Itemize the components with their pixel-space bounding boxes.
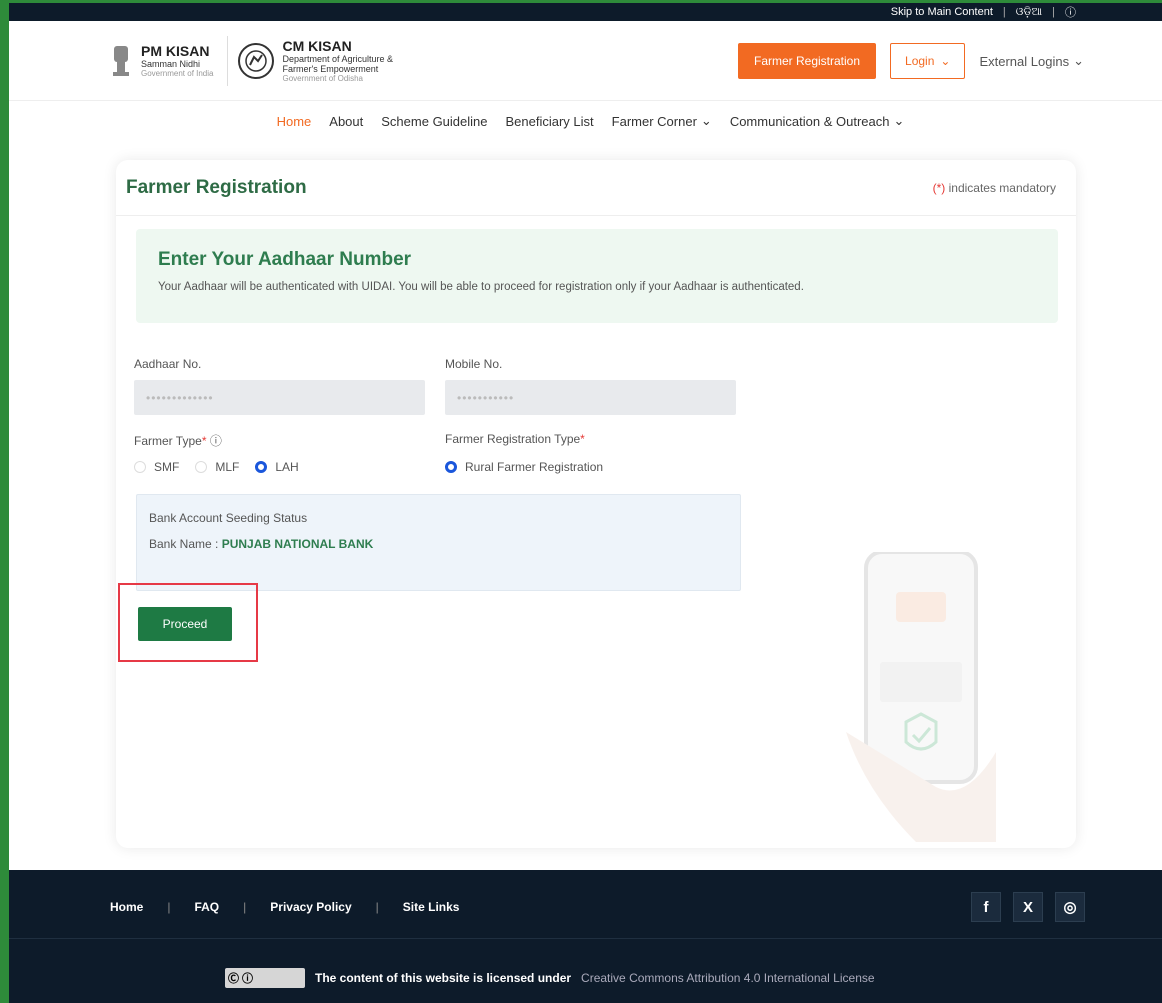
radio-label: SMF xyxy=(154,460,180,474)
aadhaar-input[interactable]: ••••••••••••• xyxy=(134,380,425,415)
nav-item-beneficiary-list[interactable]: Beneficiary List xyxy=(506,114,594,129)
radio-icon xyxy=(195,461,208,473)
footer-link-home[interactable]: Home xyxy=(110,900,143,914)
bank-seeding-box: Bank Account Seeding Status Bank Name : … xyxy=(136,494,741,591)
social-links: f X ◎ xyxy=(971,892,1085,922)
cm-kisan-logo[interactable]: CM KISAN Department of Agriculture & Far… xyxy=(238,38,393,83)
utility-bar: Skip to Main Content | ଓଡ଼ିଆ | ⓘ xyxy=(9,3,1162,21)
divider: | xyxy=(243,900,247,914)
radio-rural-registration[interactable]: Rural Farmer Registration xyxy=(445,460,603,474)
bank-name-label: Bank Name : xyxy=(149,537,219,551)
language-toggle[interactable]: ଓଡ଼ିଆ xyxy=(1016,6,1042,19)
chevron-down-icon: ⌄ xyxy=(1073,53,1084,68)
divider: | xyxy=(1002,6,1006,18)
instagram-icon[interactable]: ◎ xyxy=(1055,892,1085,922)
highlight-box: Proceed xyxy=(118,583,258,662)
accessibility-icon[interactable]: ⓘ xyxy=(1065,4,1076,20)
mobile-label: Mobile No. xyxy=(445,357,503,371)
aadhaar-heading: Enter Your Aadhaar Number xyxy=(158,249,412,270)
site-footer: Home | FAQ | Privacy Policy | Site Links… xyxy=(9,870,1162,1003)
footer-link-privacy[interactable]: Privacy Policy xyxy=(270,900,351,914)
mandatory-mark: (*) xyxy=(932,180,946,195)
radio-lah[interactable]: LAH xyxy=(255,460,299,474)
radio-icon xyxy=(134,461,146,473)
facebook-icon[interactable]: f xyxy=(971,892,1001,922)
pm-kisan-logo[interactable]: PM KISAN Samman Nidhi Government of Indi… xyxy=(109,39,213,83)
nav-item-about[interactable]: About xyxy=(329,114,363,129)
chevron-down-icon: ⌄ xyxy=(700,113,712,128)
cc-license-icon[interactable]: Ⓒ ⓘ xyxy=(225,968,305,988)
bank-name-value: PUNJAB NATIONAL BANK xyxy=(221,537,374,551)
registration-type-group: Rural Farmer Registration xyxy=(445,460,603,474)
cm-kisan-dept-2: Farmer's Empowerment xyxy=(282,64,379,74)
footer-divider xyxy=(9,938,1162,939)
chevron-down-icon: ⌄ xyxy=(940,54,951,68)
cm-kisan-gov: Government of Odisha xyxy=(282,74,363,83)
footer-link-site-links[interactable]: Site Links xyxy=(403,900,460,914)
farmer-type-group: SMF MLF LAH xyxy=(134,460,299,474)
radio-selected-icon xyxy=(445,461,457,473)
mandatory-text: indicates mandatory xyxy=(948,180,1056,195)
registration-type-text: Farmer Registration Type xyxy=(445,432,581,446)
page: Skip to Main Content | ଓଡ଼ିଆ | ⓘ PM KISA… xyxy=(0,0,1162,1003)
proceed-button[interactable]: Proceed xyxy=(138,607,232,641)
nav-item-farmer-corner[interactable]: Farmer Corner ⌄ xyxy=(612,113,712,129)
license-link[interactable]: Creative Commons Attribution 4.0 Interna… xyxy=(581,971,875,985)
site-header: PM KISAN Samman Nidhi Government of Indi… xyxy=(9,21,1162,101)
aadhaar-info-box: Enter Your Aadhaar Number Your Aadhaar w… xyxy=(136,229,1058,323)
nav-item-label: Communication & Outreach xyxy=(729,113,890,129)
header-actions: Farmer Registration Login ⌄ External Log… xyxy=(738,43,1084,79)
radio-label: MLF xyxy=(215,460,240,474)
mobile-input[interactable]: ••••••••••• xyxy=(445,380,736,415)
login-dropdown[interactable]: Login ⌄ xyxy=(890,43,966,79)
page-title: Farmer Registration xyxy=(126,176,307,198)
odisha-seal-icon xyxy=(238,42,275,79)
divider: | xyxy=(375,900,379,914)
card-header: Farmer Registration (*) indicates mandat… xyxy=(116,160,1076,216)
radio-mlf[interactable]: MLF xyxy=(195,460,239,474)
skip-link[interactable]: Skip to Main Content xyxy=(891,6,993,18)
login-label: Login xyxy=(905,54,935,68)
divider: | xyxy=(167,900,171,914)
radio-selected-icon xyxy=(255,461,268,473)
nav-item-communication[interactable]: Communication & Outreach ⌄ xyxy=(730,113,905,129)
pm-kisan-gov: Government of India xyxy=(141,69,214,78)
registration-card: Farmer Registration (*) indicates mandat… xyxy=(116,160,1076,848)
required-mark: * xyxy=(201,434,207,448)
radio-label: LAH xyxy=(275,460,299,474)
required-mark: * xyxy=(580,432,585,446)
nav-item-scheme-guideline[interactable]: Scheme Guideline xyxy=(381,114,487,129)
aadhaar-label: Aadhaar No. xyxy=(134,357,202,371)
radio-smf[interactable]: SMF xyxy=(134,460,179,474)
registration-type-label: Farmer Registration Type* xyxy=(445,432,585,446)
main-nav: Home About Scheme Guideline Beneficiary … xyxy=(9,101,1162,141)
bank-status-label: Bank Account Seeding Status xyxy=(149,511,308,525)
cm-kisan-title: CM KISAN xyxy=(282,38,352,54)
cm-kisan-dept: Department of Agriculture & xyxy=(282,54,394,64)
farmer-type-label: Farmer Type* ⓘ xyxy=(134,432,222,449)
nav-item-label: Farmer Corner xyxy=(611,113,697,129)
divider: | xyxy=(1052,6,1055,18)
bank-name-row: Bank Name : PUNJAB NATIONAL BANK xyxy=(149,537,728,551)
footer-links: Home | FAQ | Privacy Policy | Site Links xyxy=(110,900,459,914)
emblem-icon xyxy=(109,39,133,83)
pm-kisan-sub: Samman Nidhi xyxy=(141,59,201,69)
license-row: Ⓒ ⓘ The content of this website is licen… xyxy=(225,968,875,988)
mandatory-note: (*) indicates mandatory xyxy=(933,181,1056,195)
phone-illustration-icon xyxy=(846,552,996,842)
aadhaar-description: Your Aadhaar will be authenticated with … xyxy=(158,281,804,293)
radio-label: Rural Farmer Registration xyxy=(465,460,604,474)
pm-kisan-title: PM KISAN xyxy=(141,43,210,59)
nav-item-home[interactable]: Home xyxy=(277,114,312,129)
external-logins-label: External Logins xyxy=(979,53,1070,69)
chevron-down-icon: ⌄ xyxy=(893,113,905,128)
license-text: The content of this website is licensed … xyxy=(315,971,572,985)
external-logins-dropdown[interactable]: External Logins ⌄ xyxy=(979,53,1084,69)
divider xyxy=(227,35,229,86)
farmer-registration-button[interactable]: Farmer Registration xyxy=(738,43,877,79)
info-icon[interactable]: ⓘ xyxy=(210,434,222,448)
x-icon[interactable]: X xyxy=(1013,892,1043,922)
farmer-type-text: Farmer Type xyxy=(134,434,202,448)
footer-link-faq[interactable]: FAQ xyxy=(194,900,219,914)
